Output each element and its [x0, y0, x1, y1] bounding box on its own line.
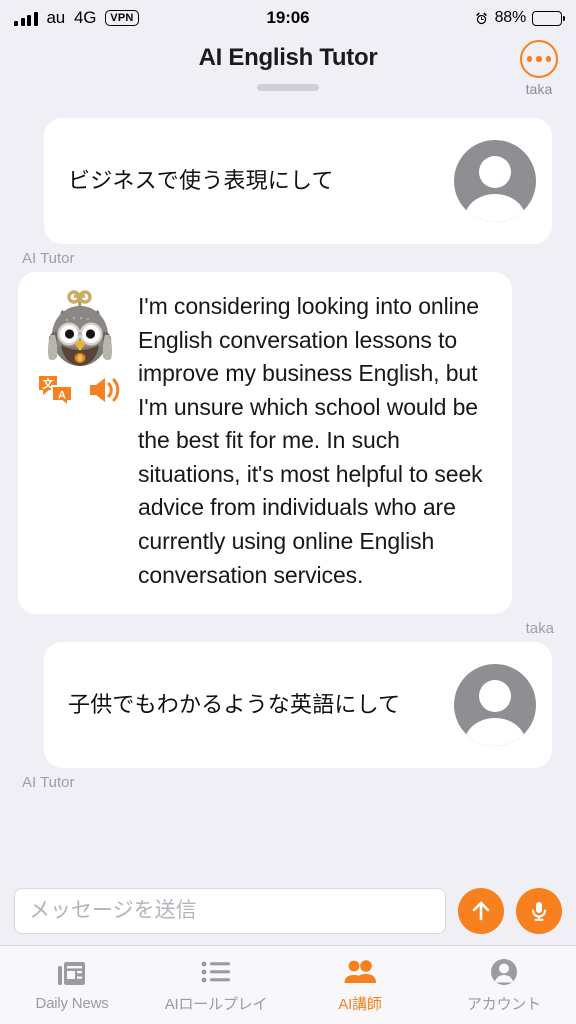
- ai-avatar-column: 文 A: [32, 288, 128, 406]
- tab-account[interactable]: アカウント: [432, 946, 576, 1024]
- ai-tutor-label: AI Tutor: [22, 774, 75, 792]
- more-options-icon: [520, 40, 558, 78]
- message-text: I'm considering looking into online Engl…: [138, 293, 483, 588]
- message-text: 子供でもわかるような英語にして: [68, 692, 401, 718]
- tab-label: AIロールプレイ: [164, 995, 268, 1013]
- app-root: au 4G VPN 19:06 88% AI English Tutor tak…: [0, 0, 576, 1024]
- speaker-icon[interactable]: [88, 375, 122, 405]
- user-avatar-icon: [454, 140, 536, 222]
- alarm-clock-icon: [475, 11, 487, 24]
- user-name-label: taka: [525, 81, 553, 97]
- status-bar: au 4G VPN 19:06 88%: [0, 0, 576, 36]
- account-person-icon: [489, 957, 519, 987]
- message-input-bar: [0, 876, 576, 946]
- page-header: AI English Tutor taka: [0, 36, 576, 118]
- tab-label: Daily News: [35, 994, 109, 1012]
- vpn-badge: VPN: [105, 9, 139, 27]
- chat-message-user[interactable]: 子供でもわかるような英語にして: [44, 642, 552, 769]
- send-button[interactable]: [458, 887, 504, 934]
- battery-percent-label: 88%: [494, 9, 527, 26]
- more-options-button[interactable]: taka: [520, 40, 558, 97]
- battery-icon: [532, 10, 566, 26]
- arrow-up-icon: [472, 901, 490, 920]
- chat-scroll-area[interactable]: ビジネスで使う表現にして AI Tutor 文 A I'm considerin…: [0, 118, 576, 876]
- newspaper-icon: [56, 959, 88, 989]
- bottom-tab-bar: Daily News AIロールプレイ AI講師 アカウント: [0, 946, 576, 1024]
- chat-message-ai[interactable]: 文 A I'm considering looking into online …: [18, 272, 512, 615]
- tab-ai-roleplay[interactable]: AIロールプレイ: [144, 946, 288, 1024]
- microphone-button[interactable]: [516, 887, 562, 934]
- status-bar-right: 88%: [474, 9, 566, 27]
- carrier-label: au: [46, 8, 66, 27]
- status-bar-left: au 4G VPN: [14, 8, 139, 28]
- cellular-signal-icon: [14, 11, 38, 26]
- tab-ai-teacher[interactable]: AI講師: [288, 946, 432, 1024]
- clock-label: 19:06: [266, 8, 310, 27]
- message-input[interactable]: [14, 887, 446, 934]
- translate-icon[interactable]: 文 A: [38, 374, 74, 406]
- chat-message-user[interactable]: ビジネスで使う表現にして: [44, 118, 552, 244]
- ai-message-actions: 文 A: [38, 374, 122, 406]
- tab-daily-news[interactable]: Daily News: [0, 946, 144, 1024]
- ai-tutor-label: AI Tutor: [22, 250, 75, 267]
- svg-text:A: A: [58, 390, 66, 402]
- message-text: ビジネスで使う表現にして: [68, 168, 334, 194]
- tab-label: AI講師: [338, 995, 382, 1013]
- network-type-label: 4G: [74, 8, 97, 27]
- page-title: AI English Tutor: [198, 44, 378, 71]
- user-label: taka: [525, 620, 554, 638]
- robot-owl-avatar-icon: [47, 290, 113, 366]
- user-avatar-icon: [454, 664, 536, 747]
- people-icon: [343, 957, 377, 987]
- microphone-icon: [531, 901, 547, 921]
- list-icon: [200, 957, 232, 987]
- tab-label: アカウント: [466, 995, 541, 1013]
- drag-handle[interactable]: [257, 84, 319, 91]
